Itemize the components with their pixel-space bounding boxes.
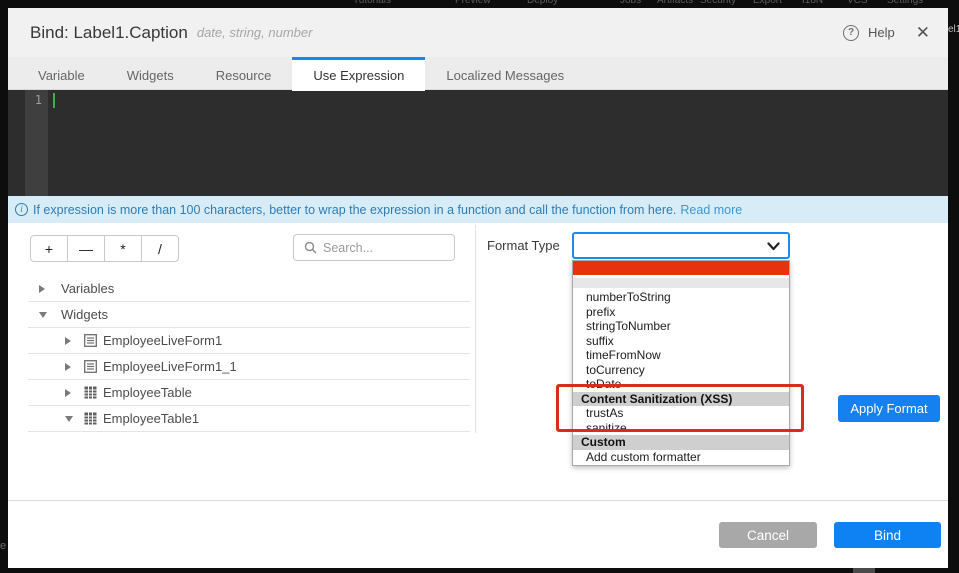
dropdown-option-blank[interactable] <box>573 278 789 288</box>
dropdown-option-numbertostring[interactable]: numberToString <box>573 290 789 305</box>
operator-buttons: +—*/ <box>30 235 179 262</box>
dropdown-option-stringtonumber[interactable]: stringToNumber <box>573 319 789 334</box>
triangle-glyph <box>39 312 47 318</box>
background-right-strip: el1 <box>948 0 959 573</box>
tab-bar: VariableWidgetsResourceUse ExpressionLoc… <box>8 57 948 90</box>
background-menu-export: Export <box>753 0 782 6</box>
tree-node-variables[interactable]: Variables <box>28 276 470 302</box>
background-menu-preview: Preview <box>455 0 491 6</box>
tree-node-label: EmployeeLiveForm1_1 <box>103 359 237 374</box>
cancel-button[interactable]: Cancel <box>719 522 817 548</box>
info-icon: i <box>15 203 28 216</box>
background-menu-settings: Settings <box>887 0 923 6</box>
triangle-glyph <box>65 416 73 422</box>
tab-resource[interactable]: Resource <box>195 57 293 90</box>
info-text: If expression is more than 100 character… <box>33 203 676 217</box>
expand-arrow-icon[interactable] <box>65 337 75 345</box>
triangle-glyph <box>39 285 45 293</box>
expand-arrow-icon[interactable] <box>65 363 75 371</box>
collapse-arrow-icon[interactable] <box>65 416 75 422</box>
dropdown-option-selected-blank[interactable] <box>573 261 789 275</box>
tree-node-label: EmployeeTable <box>103 385 192 400</box>
dropdown-option-tocurrency[interactable]: toCurrency <box>573 363 789 378</box>
tree-node-employeeliveform1[interactable]: EmployeeLiveForm1 <box>28 328 470 354</box>
editor-cursor <box>53 93 55 108</box>
dropdown-group-content-sanitization-xss: Content Sanitization (XSS) <box>573 392 789 407</box>
tab-variable[interactable]: Variable <box>17 57 106 90</box>
editor-line-number: 1 <box>25 90 48 196</box>
expand-arrow-icon[interactable] <box>65 389 75 397</box>
background-menu-i18n: I18N <box>802 0 823 6</box>
background-menu-deploy: Deploy <box>527 0 558 6</box>
apply-format-button[interactable]: Apply Format <box>838 395 940 422</box>
expression-editor[interactable]: 1 <box>8 90 948 196</box>
triangle-glyph <box>65 389 71 397</box>
header-actions: ? Help ✕ <box>843 25 930 41</box>
dropdown-group-custom: Custom <box>573 435 789 450</box>
search-input[interactable] <box>323 241 443 255</box>
tab-localized-messages[interactable]: Localized Messages <box>425 57 585 90</box>
tree-node-label: Widgets <box>61 307 108 322</box>
background-menu-vcs: VCS <box>847 0 868 6</box>
background-bottom-fragment <box>853 568 875 573</box>
tree-node-employeeliveform1-1[interactable]: EmployeeLiveForm1_1 <box>28 354 470 380</box>
background-top-menu: Tutorials Preview Deploy Jobs Artifacts Secur… <box>0 0 959 8</box>
close-icon[interactable]: ✕ <box>916 25 930 41</box>
table-widget-icon <box>84 386 97 399</box>
dropdown-option-trustas[interactable]: trustAs <box>573 406 789 421</box>
dialog-body: +—*/ Variables Widgets EmployeeLiveForm1 Em… <box>8 223 948 500</box>
info-bar: i If expression is more than 100 charact… <box>8 196 948 223</box>
dropdown-option-suffix[interactable]: suffix <box>573 334 789 349</box>
multiply-operator-button[interactable]: * <box>104 235 142 262</box>
search-icon <box>304 241 317 254</box>
expand-arrow-icon[interactable] <box>39 285 49 293</box>
divide-operator-button[interactable]: / <box>141 235 179 262</box>
dropdown-option-timefromnow[interactable]: timeFromNow <box>573 348 789 363</box>
dropdown-option-add-custom-formatter[interactable]: Add custom formatter <box>573 450 789 465</box>
dropdown-option-todate[interactable]: toDate <box>573 377 789 392</box>
dialog-footer: Cancel Bind <box>8 500 948 568</box>
triangle-glyph <box>65 337 71 345</box>
tree-node-label: Variables <box>61 281 114 296</box>
background-menu-security: Security <box>700 0 736 6</box>
dropdown-option-prefix[interactable]: prefix <box>573 305 789 320</box>
tree-node-widgets[interactable]: Widgets <box>28 302 470 328</box>
plus-operator-button[interactable]: + <box>30 235 68 262</box>
chevron-down-icon <box>767 242 780 251</box>
background-menu-artifacts: Artifacts <box>657 0 693 6</box>
panel-divider <box>475 225 476 433</box>
tree-node-employeetable1[interactable]: EmployeeTable1 <box>28 406 470 432</box>
tree-node-label: EmployeeTable1 <box>103 411 199 426</box>
screen: Tutorials Preview Deploy Jobs Artifacts Secur… <box>0 0 959 573</box>
dialog-header: Bind: Label1.Caption date, string, numbe… <box>8 8 948 57</box>
table-widget-icon <box>84 412 97 425</box>
triangle-glyph <box>65 363 71 371</box>
tree-node-employeetable[interactable]: EmployeeTable <box>28 380 470 406</box>
minus-operator-button[interactable]: — <box>67 235 105 262</box>
tab-use-expression[interactable]: Use Expression <box>292 57 425 91</box>
binding-tree: Variables Widgets EmployeeLiveForm1 Employe… <box>28 276 470 432</box>
read-more-link[interactable]: Read more <box>680 203 742 217</box>
format-type-label: Format Type <box>487 232 560 259</box>
bind-button[interactable]: Bind <box>834 522 941 548</box>
help-label[interactable]: Help <box>868 25 895 40</box>
collapse-arrow-icon[interactable] <box>39 312 49 318</box>
dialog-subtitle: date, string, number <box>197 25 313 40</box>
format-type-dropdown: numberToStringprefixstringToNumbersuffix… <box>572 260 790 466</box>
bind-dialog: Bind: Label1.Caption date, string, numbe… <box>8 8 948 568</box>
tab-widgets[interactable]: Widgets <box>106 57 195 90</box>
help-icon[interactable]: ? <box>843 25 859 41</box>
form-widget-icon <box>84 334 97 347</box>
dialog-title: Bind: Label1.Caption <box>30 23 188 43</box>
tree-node-label: EmployeeLiveForm1 <box>103 333 222 348</box>
dropdown-option-sanitize[interactable]: sanitize <box>573 421 789 436</box>
background-menu-tutorials: Tutorials <box>353 0 391 6</box>
background-left-fragment: e <box>0 540 7 552</box>
search-box[interactable] <box>293 234 455 261</box>
format-type-select[interactable] <box>572 232 790 259</box>
background-text-fragment: el1 <box>948 24 959 35</box>
background-menu-jobs: Jobs <box>620 0 641 6</box>
form-widget-icon <box>84 360 97 373</box>
